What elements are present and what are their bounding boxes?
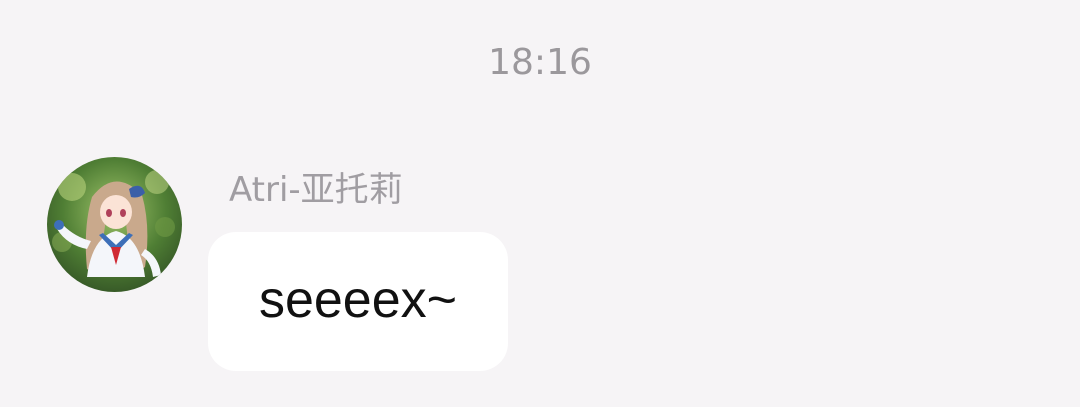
message-bubble[interactable]: seeeex~ [208,232,508,371]
message-timestamp: 18:16 [488,42,592,83]
sender-name: Atri-亚托莉 [229,170,403,210]
message-row: Atri-亚托莉 seeeex~ [0,150,1080,390]
message-text: seeeex~ [258,270,458,329]
chat-area: 18:16 Atri-亚托莉 seeeex~ [0,0,1080,407]
sender-avatar[interactable] [47,157,182,292]
anime-girl-avatar-icon [47,157,182,292]
